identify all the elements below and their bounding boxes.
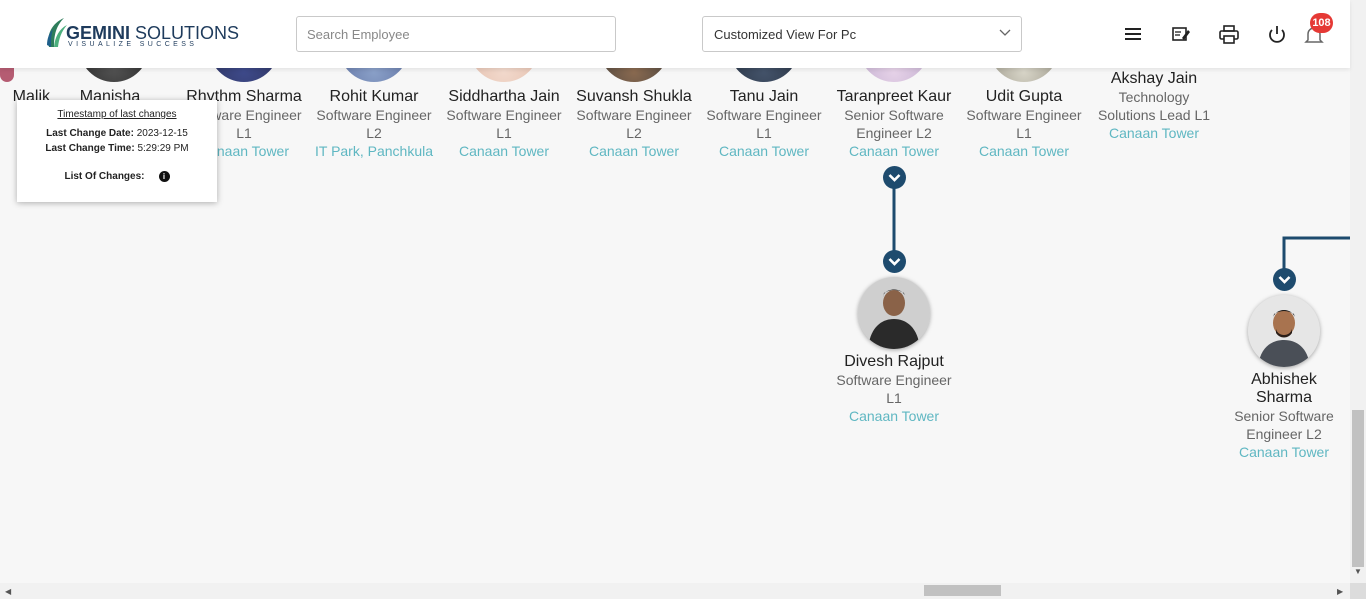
employee-card[interactable]: Abhishek Sharma Senior Software Engineer… xyxy=(1214,371,1354,461)
edit-note-icon[interactable] xyxy=(1170,24,1192,46)
avatar[interactable] xyxy=(858,277,930,349)
view-select-value: Customized View For Pc xyxy=(714,27,857,42)
chevron-down-icon xyxy=(1278,276,1291,284)
expand-toggle[interactable] xyxy=(883,250,906,273)
employee-name: Divesh Rajput xyxy=(844,353,944,370)
logo-tagline: VISUALIZE SUCCESS xyxy=(68,41,198,48)
employee-location[interactable]: Canaan Tower xyxy=(1214,443,1354,461)
employee-name: Sharma xyxy=(1255,389,1313,406)
scroll-down-icon[interactable]: ▼ xyxy=(1354,567,1362,576)
person-photo xyxy=(1248,295,1320,367)
employee-role-level: L1 xyxy=(886,390,902,406)
employee-role-level: Engineer L2 xyxy=(1246,426,1322,442)
person-photo xyxy=(858,277,930,349)
org-connectors xyxy=(892,188,1350,270)
horizontal-scroll-thumb[interactable] xyxy=(924,585,1001,596)
last-changes-tooltip: Timestamp of last changes Last Change Da… xyxy=(17,100,217,202)
avatar[interactable] xyxy=(1248,295,1320,367)
chevron-down-icon xyxy=(999,29,1011,36)
vertical-scroll-thumb[interactable] xyxy=(1352,410,1364,567)
chevron-down-icon xyxy=(888,174,901,182)
leaf-logo-icon xyxy=(47,18,67,47)
last-change-date-row: Last Change Date: 2023-12-15 xyxy=(46,128,188,139)
employee-name: Abhishek xyxy=(1251,371,1317,388)
print-icon[interactable] xyxy=(1218,24,1240,46)
employee-location[interactable]: Canaan Tower xyxy=(824,407,964,425)
company-logo[interactable]: GEMINI SOLUTIONS VISUALIZE SUCCESS xyxy=(46,17,239,51)
info-icon[interactable]: i xyxy=(158,171,170,182)
last-change-time-row: Last Change Time: 5:29:29 PM xyxy=(45,143,189,154)
search-employee-input[interactable] xyxy=(296,16,616,52)
employee-role: Software Engineer xyxy=(836,372,952,388)
chevron-down-icon xyxy=(888,258,901,266)
menu-icon[interactable] xyxy=(1123,24,1145,46)
view-select[interactable]: Customized View For Pc xyxy=(702,16,1022,52)
collapse-toggle[interactable] xyxy=(883,166,906,189)
tooltip-title: Timestamp of last changes xyxy=(57,109,177,120)
horizontal-scrollbar[interactable] xyxy=(0,583,1350,599)
scrollbar-corner xyxy=(1350,583,1366,599)
employee-card[interactable]: Divesh Rajput Software Engineer L1 Canaa… xyxy=(824,353,964,425)
scroll-right-icon[interactable]: ▶ xyxy=(1337,587,1343,596)
expand-toggle[interactable] xyxy=(1273,268,1296,291)
employee-role: Senior Software xyxy=(1234,408,1334,424)
list-of-changes-row: List Of Changes: i xyxy=(17,171,217,182)
scroll-left-icon[interactable]: ◀ xyxy=(5,587,11,596)
power-icon[interactable] xyxy=(1266,24,1288,46)
top-header: GEMINI SOLUTIONS VISUALIZE SUCCESS Custo… xyxy=(0,0,1350,68)
notification-badge: 108 xyxy=(1310,13,1333,33)
